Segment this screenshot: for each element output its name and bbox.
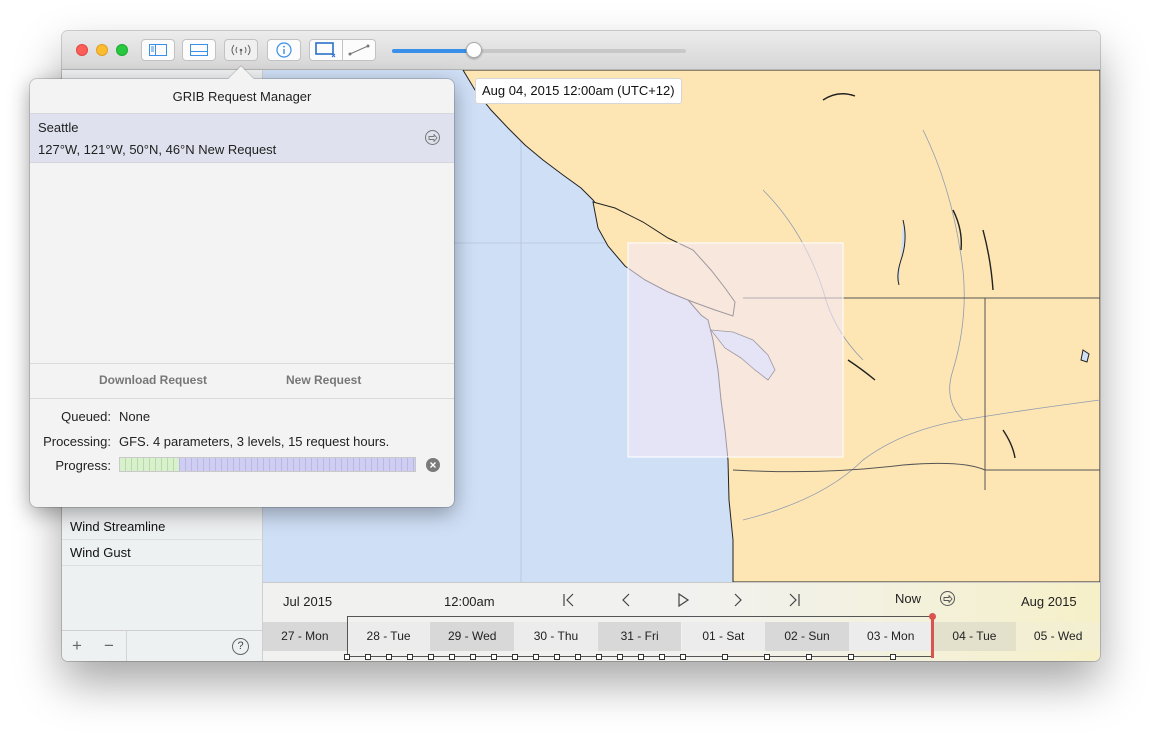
request-list-item[interactable]: Seattle 127°W, 121°W, 50°N, 46°N New Req… [30,113,454,163]
map-time-label: Aug 04, 2015 12:00am (UTC+12) [475,78,682,104]
request-hour-marker [469,654,476,660]
sidebar-footer: + − ? [62,630,262,661]
request-hour-marker [763,654,770,660]
time-slider[interactable] [392,42,686,58]
download-request-button[interactable]: Download Request [99,373,207,387]
measure-tool-button[interactable] [342,39,376,61]
request-name: Seattle [38,120,79,135]
jump-to-end-button[interactable] [782,591,806,609]
queued-value: None [119,409,151,424]
measure-line-icon [348,44,370,56]
popover-title: GRIB Request Manager [172,89,312,104]
grib-request-button[interactable] [224,39,258,61]
timeline-day[interactable]: 04 - Tue [932,622,1017,651]
sidebar-item-wind-streamline[interactable]: Wind Streamline [62,514,262,540]
request-hour-marker [721,654,728,660]
request-hour-marker [406,654,413,660]
request-hour-marker [637,654,644,660]
request-hour-marker [385,654,392,660]
queued-label: Queued: [61,409,111,424]
selected-range-bracket[interactable] [347,616,932,657]
request-hour-marker [595,654,602,660]
timeline-start-month: Jul 2015 [283,594,333,609]
step-forward-button[interactable] [726,591,750,609]
download-progress-fill [120,458,179,471]
time-slider-knob[interactable] [466,42,483,58]
timeline-day[interactable]: 05 - Wed [1016,622,1100,651]
grib-request-manager-popover: GRIB Request Manager Seattle 127°W, 121°… [30,66,454,507]
sidebar-toggle-button[interactable] [141,39,175,61]
help-icon[interactable]: ? [232,638,249,655]
request-hour-marker [343,654,350,660]
footer-divider [126,631,127,661]
divider [30,363,454,364]
bottom-panel-toggle-button[interactable] [182,39,216,61]
request-hour-marker [553,654,560,660]
request-hour-marker [889,654,896,660]
divider [30,398,454,399]
sidebar-icon [149,44,167,56]
processing-label: Processing: [43,434,111,449]
minimize-window-button[interactable] [96,44,108,56]
bottom-panel-icon [190,44,208,56]
selection-tool-button[interactable] [309,39,343,61]
toolbar [62,31,1100,70]
progress-label: Progress: [55,458,111,473]
zoom-window-button[interactable] [116,44,128,56]
go-to-now-icon[interactable] [940,591,955,606]
grib-request-region[interactable] [627,242,844,458]
request-hour-marker [427,654,434,660]
timeline-current-time: 12:00am [444,594,495,609]
sidebar-item-label: Wind Streamline [70,519,166,534]
jump-to-start-button[interactable] [557,591,581,609]
timeline-day[interactable]: 27 - Mon [263,622,347,651]
close-window-button[interactable] [76,44,88,56]
request-hour-marker [532,654,539,660]
selection-rectangle-icon [315,42,336,58]
new-request-button[interactable]: New Request [286,373,361,387]
download-progress-bar [119,457,416,472]
timeline-bar: Jul 2015 12:00am Now Aug 2015 27 - Mon 2… [263,582,1100,661]
current-time-marker[interactable] [931,616,934,658]
request-hour-marker [448,654,455,660]
request-hour-marker [490,654,497,660]
request-hour-marker [511,654,518,660]
request-hour-marker [658,654,665,660]
play-button[interactable] [671,591,695,609]
info-icon [276,42,292,58]
request-hour-marker [364,654,371,660]
chevron-right-icon [734,593,742,607]
broadcast-icon [231,44,251,56]
processing-value: GFS. 4 parameters, 3 levels, 15 request … [119,434,390,449]
request-hour-marker [574,654,581,660]
time-slider-fill [392,49,475,53]
info-button[interactable] [267,39,301,61]
chevron-left-icon [622,593,630,607]
request-hour-marker [679,654,686,660]
remove-icon[interactable]: − [104,636,114,656]
now-button[interactable]: Now [895,591,921,606]
skip-forward-icon [789,593,800,607]
play-icon [678,592,690,608]
sidebar-item-wind-gust[interactable]: Wind Gust [62,540,262,566]
add-icon[interactable]: + [72,636,82,656]
timeline-end-month: Aug 2015 [1021,594,1077,609]
request-hour-marker [847,654,854,660]
current-time-marker-head [929,613,936,620]
arrow-circle-right-icon[interactable] [425,130,440,145]
step-back-button[interactable] [614,591,638,609]
skip-back-icon [563,593,574,607]
cancel-icon[interactable] [426,458,440,472]
request-details: 127°W, 121°W, 50°N, 46°N New Request [38,142,277,157]
sidebar-item-label: Wind Gust [70,545,131,560]
request-hour-marker [805,654,812,660]
request-hour-marker [616,654,623,660]
